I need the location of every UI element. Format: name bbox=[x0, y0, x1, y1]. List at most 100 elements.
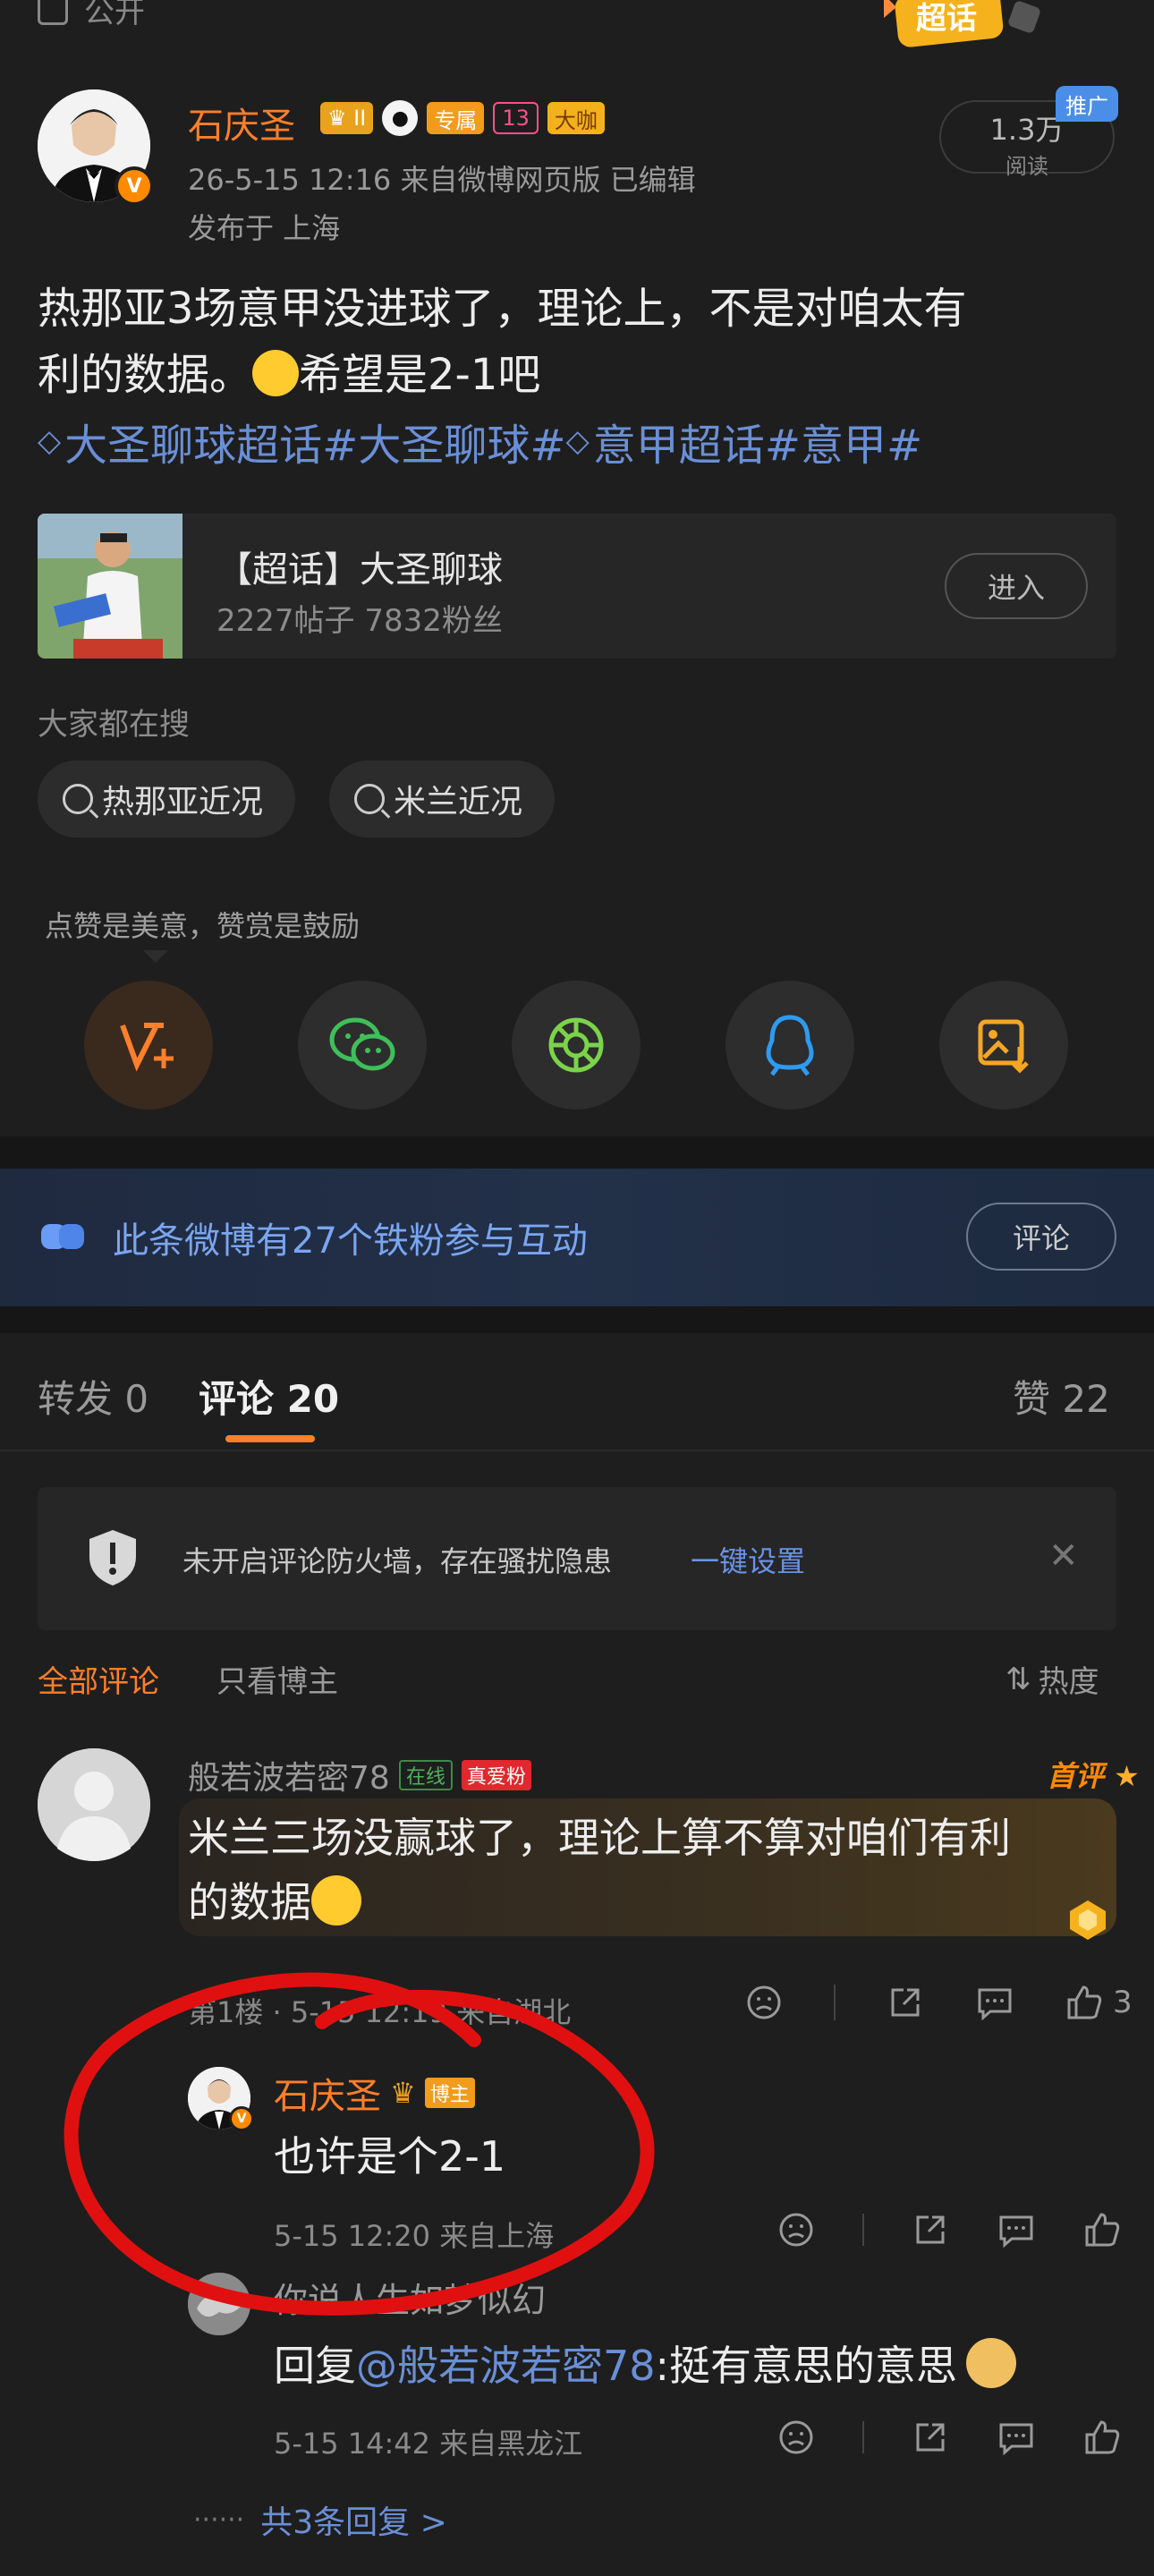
save-image-button[interactable] bbox=[939, 981, 1068, 1109]
iron-fans-text: 此条微博有27个铁粉参与互动 bbox=[113, 1220, 588, 1262]
checkbox-icon[interactable] bbox=[38, 0, 68, 25]
action-divider bbox=[862, 2421, 864, 2453]
commenter-name[interactable]: 般若波若密78 bbox=[188, 1752, 390, 1798]
reply2-mention[interactable]: @般若波若密78 bbox=[356, 2334, 656, 2393]
search-chip-1[interactable]: 热那亚近况 bbox=[38, 761, 296, 837]
post-body: 热那亚3场意甲没进球了，理论上，不是对咱太有 利的数据。 希望是2-1吧 bbox=[38, 276, 1120, 408]
visibility-label: 公开 bbox=[84, 0, 145, 30]
moments-icon bbox=[548, 1017, 604, 1073]
tab-like[interactable]: 赞 22 bbox=[1013, 1369, 1110, 1424]
filter-author-only[interactable]: 只看博主 bbox=[216, 1657, 338, 1701]
reply2-actions bbox=[776, 2418, 1122, 2457]
active-tab-indicator bbox=[225, 1435, 315, 1442]
supertopic-stats: 2227帖子 7832粉丝 bbox=[216, 603, 503, 639]
author-badges: ♛ II ● 专属 13 大咖 bbox=[320, 100, 605, 136]
sort-icon: ⇅ bbox=[1006, 1661, 1031, 1697]
post-text-line2b: 希望是2-1吧 bbox=[299, 350, 541, 400]
tag-2[interactable]: #大圣聊球# bbox=[322, 410, 565, 472]
iron-fans-comment-button[interactable]: 评论 bbox=[966, 1203, 1116, 1271]
thumbs-up-icon[interactable] bbox=[1082, 2210, 1122, 2249]
reward-icon bbox=[120, 1023, 174, 1072]
like-button[interactable]: 3 bbox=[1065, 1983, 1133, 2022]
panda-icon: ● bbox=[382, 100, 419, 136]
filter-all-comments[interactable]: 全部评论 bbox=[38, 1657, 159, 1701]
tag-4[interactable]: #意甲# bbox=[765, 410, 922, 472]
super-badge-text: 超话 bbox=[916, 1, 977, 37]
comment-text: 米兰三场没赢球了，理论上算不算对咱们有利 的数据 bbox=[188, 1806, 1109, 1934]
firewall-setup-link[interactable]: 一键设置 bbox=[691, 1539, 805, 1580]
share-icon[interactable] bbox=[911, 2210, 950, 2249]
thumbs-up-icon bbox=[1065, 1983, 1104, 2022]
reward-button[interactable] bbox=[84, 981, 213, 1109]
commenter-avatar[interactable] bbox=[38, 1748, 150, 1861]
share-icon[interactable] bbox=[886, 1983, 925, 2022]
post-text-line2a: 利的数据。 bbox=[38, 350, 253, 400]
reward-tip: 点赞是美意，赞赏是鼓励 bbox=[45, 909, 361, 943]
post-tags: ◇ 大圣聊球超话 #大圣聊球# ◇ 意甲超话 #意甲# bbox=[38, 410, 922, 472]
online-badge: 在线 bbox=[398, 1760, 453, 1790]
wechat-icon bbox=[329, 1017, 395, 1071]
dislike-icon[interactable] bbox=[744, 1983, 784, 2022]
tab-divider bbox=[0, 1450, 1154, 1451]
action-divider bbox=[862, 2214, 864, 2246]
verified-badge: V bbox=[115, 166, 154, 206]
promote-badge[interactable]: 推广 bbox=[1056, 86, 1118, 122]
reply-icon[interactable] bbox=[975, 1983, 1014, 2022]
enter-button[interactable]: 进入 bbox=[945, 553, 1088, 619]
tip-arrow bbox=[143, 950, 168, 963]
reply-icon[interactable] bbox=[997, 2418, 1036, 2457]
qq-icon bbox=[766, 1015, 814, 1076]
search-icon bbox=[354, 784, 385, 814]
supertopic-card[interactable]: 【超话】大圣聊球 2227帖子 7832粉丝 进入 bbox=[38, 514, 1116, 659]
share-icon[interactable] bbox=[911, 2418, 950, 2457]
moments-share-button[interactable] bbox=[512, 981, 641, 1109]
author-name[interactable]: 石庆圣 bbox=[188, 97, 295, 149]
thumbs-up-icon[interactable] bbox=[1082, 2418, 1122, 2457]
vip-badge: ♛ II bbox=[320, 102, 374, 134]
commenter-name-row: 般若波若密78 在线 真爱粉 bbox=[188, 1752, 531, 1798]
search-icon bbox=[63, 784, 93, 814]
level-badge: 13 bbox=[493, 102, 539, 134]
post-text-line1: 热那亚3场意甲没进球了，理论上，不是对咱太有 bbox=[38, 284, 967, 334]
daka-badge: 大咖 bbox=[547, 102, 605, 134]
comment-actions: 3 bbox=[744, 1983, 1133, 2022]
star-icon: ★ bbox=[1104, 1759, 1140, 1793]
comment-text-line1: 米兰三场没赢球了，理论上算不算对咱们有利 bbox=[188, 1814, 1011, 1862]
laugh-cry-emoji-icon bbox=[311, 1875, 361, 1926]
sweat-emoji-icon bbox=[252, 350, 300, 396]
crown-icon: ♛ bbox=[327, 106, 347, 131]
reply2-meta: 5-15 14:42 来自黑龙江 bbox=[274, 2427, 583, 2461]
more-replies-link[interactable]: ······ 共3条回复 > bbox=[193, 2496, 447, 2543]
supertopic-thumbnail bbox=[38, 514, 182, 659]
tag-1[interactable]: 大圣聊球超话 bbox=[64, 410, 322, 472]
sort-by-hot[interactable]: ⇅ 热度 bbox=[1006, 1657, 1099, 1701]
visibility-row[interactable]: 公开 bbox=[38, 0, 145, 31]
comment-text-line2: 的数据 bbox=[188, 1878, 311, 1926]
search-suggestion-label: 大家都在搜 bbox=[38, 707, 190, 743]
dislike-icon[interactable] bbox=[776, 2418, 816, 2457]
sort-label: 热度 bbox=[1038, 1664, 1099, 1700]
reply2-text: 回复 @般若波若密78 :挺有意思的意思 bbox=[274, 2334, 1017, 2393]
supertopic-title: 【超话】大圣聊球 bbox=[216, 549, 503, 591]
search-chip-label: 热那亚近况 bbox=[102, 784, 264, 820]
tag-3[interactable]: 意甲超话 bbox=[593, 410, 765, 472]
wechat-share-button[interactable] bbox=[298, 981, 427, 1109]
close-icon[interactable]: ✕ bbox=[1048, 1535, 1079, 1577]
qq-share-button[interactable] bbox=[725, 981, 854, 1109]
tab-repost[interactable]: 转发 0 bbox=[38, 1369, 148, 1424]
first-comment-label: 首评 ★ bbox=[1047, 1759, 1140, 1793]
dislike-icon[interactable] bbox=[776, 2210, 816, 2249]
post-location: 发布于 上海 bbox=[188, 211, 341, 245]
post-meta: 26-5-15 12:16 来自微博网页版 已编辑 bbox=[188, 163, 696, 197]
reply2-suffix: :挺有意思的意思 bbox=[655, 2342, 958, 2390]
action-divider bbox=[834, 1985, 836, 2020]
diamond-icon: ◇ bbox=[38, 423, 62, 459]
tab-comment[interactable]: 评论 20 bbox=[199, 1369, 339, 1424]
iron-fan-icon bbox=[39, 1220, 89, 1253]
reads-label: 阅读 bbox=[1006, 154, 1048, 179]
reply-icon[interactable] bbox=[997, 2210, 1036, 2249]
doge-emoji-icon bbox=[966, 2338, 1017, 2388]
super-topic-sticker: 超话 bbox=[877, 0, 1056, 54]
like-count: 3 bbox=[1113, 1985, 1133, 2020]
search-chip-2[interactable]: 米兰近况 bbox=[329, 761, 556, 837]
